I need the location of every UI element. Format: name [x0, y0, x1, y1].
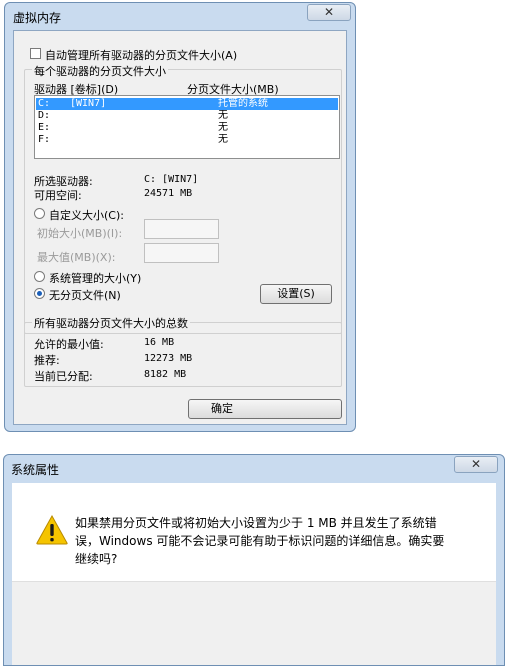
window-title: 系统属性	[11, 463, 60, 477]
system-managed-radio[interactable]	[34, 271, 45, 282]
allocated-value: 8182 MB	[144, 369, 187, 380]
confirmation-message: 如果禁用分页文件或将初始大小设置为少于 1 MB 并且发生了系统错误，Windo…	[75, 516, 445, 566]
close-button[interactable]: ✕	[307, 4, 351, 21]
ok-button[interactable]: 确定	[188, 399, 342, 419]
warning-icon	[36, 515, 68, 545]
custom-size-radio[interactable]	[34, 208, 45, 219]
max-size-input[interactable]	[144, 243, 219, 263]
per-drive-group-title: 每个驱动器的分页文件大小	[32, 63, 168, 79]
drive-letter: E:	[38, 122, 51, 133]
no-paging-file-label: 无分页文件(N)	[49, 289, 121, 302]
allocated-label: 当前已分配:	[34, 370, 93, 383]
min-allowed-value: 16 MB	[144, 337, 175, 348]
drive-paging-size: 无	[218, 134, 228, 145]
set-button[interactable]: 设置(S)	[260, 284, 332, 304]
recommended-label: 推荐:	[34, 354, 60, 367]
drive-row-e[interactable]: E: 无	[36, 122, 338, 134]
no-paging-file-radio[interactable]	[34, 288, 45, 299]
max-size-label: 最大值(MB)(X):	[37, 251, 116, 264]
drive-letter: C:	[38, 98, 51, 109]
auto-manage-label: 自动管理所有驱动器的分页文件大小(A)	[45, 49, 238, 62]
totals-group-title: 所有驱动器分页文件大小的总数	[32, 315, 190, 331]
initial-size-input[interactable]	[144, 219, 219, 239]
drive-letter: F:	[38, 134, 51, 145]
message-footer	[12, 581, 496, 665]
drive-volume-label: [WIN7]	[70, 98, 107, 109]
close-icon: ✕	[470, 457, 482, 471]
window-title: 虚拟内存	[13, 11, 62, 25]
title-bar: 虚拟内存 ✕	[5, 3, 355, 29]
drive-row-f[interactable]: F: 无	[36, 134, 338, 146]
set-button-label: 设置(S)	[277, 287, 315, 300]
custom-size-label: 自定义大小(C):	[49, 209, 124, 222]
selected-drive-value: C: [WIN7]	[144, 174, 199, 185]
free-space-value: 24571 MB	[144, 188, 193, 199]
system-managed-label: 系统管理的大小(Y)	[49, 272, 142, 285]
close-button[interactable]: ✕	[454, 456, 498, 473]
min-allowed-label: 允许的最小值:	[34, 338, 104, 351]
drive-paging-size: 无	[218, 110, 228, 121]
free-space-label: 可用空间:	[34, 189, 82, 202]
dialog-client-area: 自动管理所有驱动器的分页文件大小(A) 每个驱动器的分页文件大小 驱动器 [卷标…	[13, 30, 347, 425]
auto-manage-checkbox[interactable]	[30, 48, 41, 59]
drive-row-c[interactable]: C: [WIN7] 托管的系统	[36, 98, 338, 110]
drive-list[interactable]: C: [WIN7] 托管的系统 D: 无 E: 无 F: 无	[34, 95, 340, 159]
drive-letter: D:	[38, 110, 51, 121]
initial-size-label: 初始大小(MB)(I):	[37, 227, 123, 240]
virtual-memory-window: 虚拟内存 ✕ 自动管理所有驱动器的分页文件大小(A) 每个驱动器的分页文件大小 …	[4, 2, 356, 432]
drive-row-d[interactable]: D: 无	[36, 110, 338, 122]
ok-button-label: 确定	[211, 402, 233, 415]
drive-paging-size: 托管的系统	[218, 98, 268, 109]
system-properties-window: 系统属性 ✕ 如果禁用分页文件或将初始大小设置为少于 1 MB 并且发生了系统错…	[3, 454, 505, 666]
drive-paging-size: 无	[218, 122, 228, 133]
close-icon: ✕	[323, 5, 335, 19]
recommended-value: 12273 MB	[144, 353, 193, 364]
